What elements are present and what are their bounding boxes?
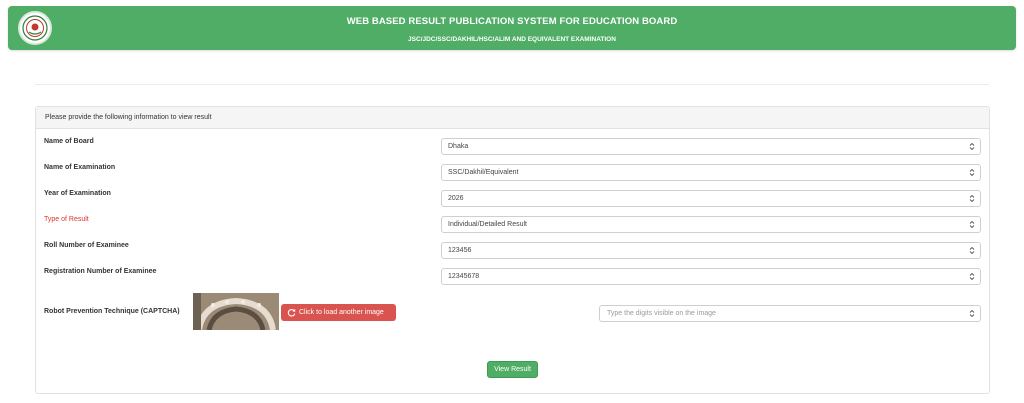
captcha-label: Robot Prevention Technique (CAPTCHA) [44, 308, 180, 315]
select-caret-icon [969, 168, 975, 177]
year-select[interactable]: 2026 [441, 190, 981, 207]
select-caret-icon [969, 194, 975, 203]
stepper-icon[interactable] [969, 272, 975, 281]
stepper-icon[interactable] [969, 309, 975, 318]
board-label: Name of Board [44, 138, 94, 145]
registration-input-value: 12345678 [448, 273, 480, 280]
exam-select[interactable]: SSC/Dakhil/Equivalent [441, 164, 981, 181]
captcha-placeholder: Type the digits visible on the image [607, 310, 716, 317]
reload-captcha-label: Click to load another image [299, 309, 384, 316]
registration-label: Registration Number of Examinee [44, 268, 157, 275]
exam-select-value: SSC/Dakhil/Equivalent [448, 169, 519, 176]
page-title: WEB BASED RESULT PUBLICATION SYSTEM FOR … [346, 16, 678, 27]
board-select-value: Dhaka [448, 143, 469, 150]
result-type-select[interactable]: Individual/Detailed Result [441, 216, 981, 233]
captcha-input[interactable]: Type the digits visible on the image [599, 305, 981, 322]
roll-input-value: 123456 [448, 247, 472, 254]
reload-captcha-button[interactable]: Click to load another image [281, 304, 396, 321]
panel-heading: Please provide the following information… [36, 107, 989, 129]
registration-input[interactable]: 12345678 [441, 268, 981, 285]
roll-input[interactable]: 123456 [441, 242, 981, 259]
result-form-panel: Please provide the following information… [35, 106, 990, 394]
roll-label: Roll Number of Examinee [44, 242, 129, 249]
divider [35, 84, 989, 85]
stepper-icon[interactable] [969, 246, 975, 255]
page-header: WEB BASED RESULT PUBLICATION SYSTEM FOR … [8, 6, 1016, 50]
view-result-button[interactable]: View Result [487, 361, 538, 378]
result-type-select-value: Individual/Detailed Result [448, 221, 527, 228]
exam-label: Name of Examination [44, 164, 116, 171]
page-subtitle: JSC/JDC/SSC/DAKHIL/HSC/ALIM AND EQUIVALE… [408, 36, 616, 43]
captcha-image [193, 293, 279, 330]
year-select-value: 2026 [448, 195, 464, 202]
board-select[interactable]: Dhaka [441, 138, 981, 155]
year-label: Year of Examination [44, 190, 111, 197]
result-type-label: Type of Result [44, 216, 89, 223]
select-caret-icon [969, 220, 975, 229]
refresh-icon [287, 309, 296, 317]
select-caret-icon [969, 142, 975, 151]
